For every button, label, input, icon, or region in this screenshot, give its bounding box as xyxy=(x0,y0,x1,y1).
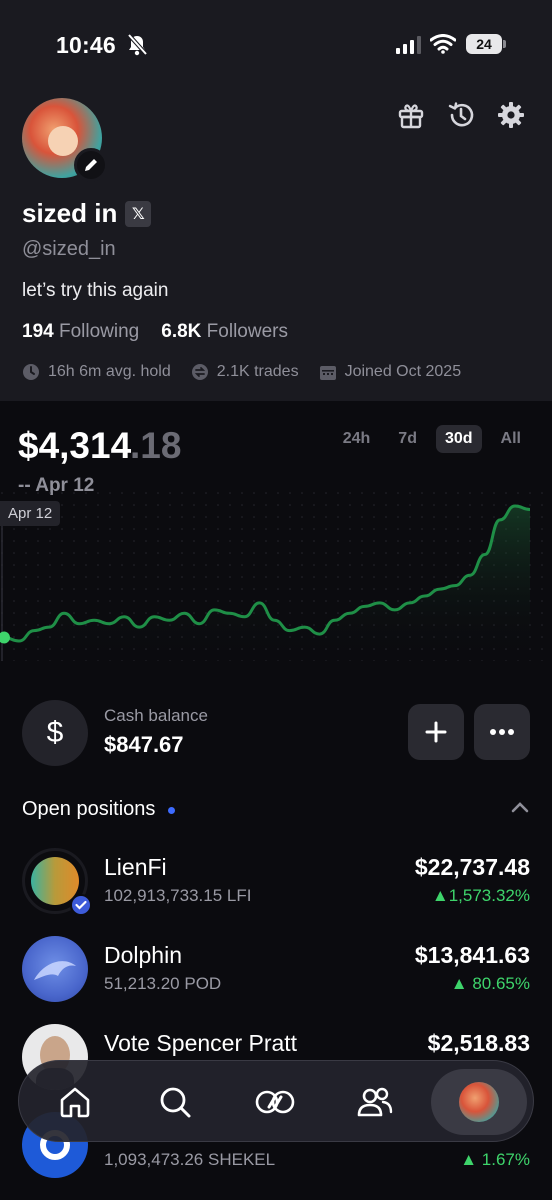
chart-date-tag: Apr 12 xyxy=(0,501,61,526)
profile-meta: 16h 6m avg. hold 2.1K trades Joined Oct … xyxy=(22,363,461,381)
cellular-signal-icon xyxy=(396,36,421,54)
position-change: ▲ 1.67% xyxy=(460,1150,530,1169)
portfolio-section: $4,314 .18 -- Apr 12 24h 7d 30d All Apr … xyxy=(0,401,552,681)
tab-trade[interactable] xyxy=(253,1080,297,1124)
cash-balance-row: $ Cash balance $847.67 xyxy=(22,698,530,766)
range-7d[interactable]: 7d xyxy=(389,425,426,453)
position-name: LienFi xyxy=(104,854,167,880)
position-value: $2,518.83 xyxy=(427,1030,530,1056)
add-cash-button[interactable] xyxy=(408,704,464,760)
chevron-up-icon[interactable] xyxy=(510,800,530,814)
pencil-icon xyxy=(85,159,97,171)
trades-text: 2.1K trades xyxy=(216,363,299,380)
position-value: $13,841.63 xyxy=(414,942,530,968)
cash-balance-value: $847.67 xyxy=(104,732,184,757)
following-label: Following xyxy=(58,321,140,342)
more-options-button[interactable] xyxy=(474,704,530,760)
open-positions-title: Open positions xyxy=(22,798,156,820)
range-all[interactable]: All xyxy=(492,425,530,453)
position-name: Dolphin xyxy=(104,942,182,968)
clock-icon xyxy=(23,364,39,380)
position-row[interactable]: Dolphin 51,213.20 POD $13,841.63 ▲ 80.65… xyxy=(22,936,530,1006)
followers-label: Followers xyxy=(206,321,288,342)
calendar-icon xyxy=(319,366,336,380)
follow-stats: 194 Following 6.8K Followers xyxy=(22,321,288,343)
following-link[interactable]: 194 Following xyxy=(22,321,139,343)
avatar[interactable] xyxy=(22,98,108,182)
verified-badge-icon xyxy=(70,894,92,916)
position-change: ▲1,573.32% xyxy=(431,886,530,905)
profile-header: sized in 𝕏 @sized_in let’s try this agai… xyxy=(0,92,552,401)
wifi-icon xyxy=(430,34,456,54)
settings-button[interactable] xyxy=(494,98,528,132)
tab-social[interactable] xyxy=(353,1080,397,1124)
status-dot xyxy=(167,807,175,815)
bottom-tab-bar xyxy=(18,1060,534,1142)
position-row[interactable]: LienFi 102,913,733.15 LFI $22,737.48 ▲1,… xyxy=(22,848,530,918)
x-link-icon[interactable]: 𝕏 xyxy=(125,200,152,227)
joined: Joined Oct 2025 xyxy=(319,363,462,381)
dolphin-token-icon xyxy=(22,936,88,1002)
status-bar: 10:46 24 xyxy=(0,0,552,92)
battery-tip xyxy=(503,40,506,48)
search-icon xyxy=(160,1087,191,1118)
muted-bell-icon xyxy=(127,33,148,56)
trades: 2.1K trades xyxy=(191,363,299,381)
gear-icon xyxy=(498,102,524,128)
username: @sized_in xyxy=(22,238,116,260)
tab-profile[interactable] xyxy=(431,1069,527,1135)
edit-avatar-button[interactable] xyxy=(74,148,108,182)
open-positions-header[interactable]: Open positions xyxy=(22,798,530,826)
profile-actions xyxy=(394,98,528,132)
tab-home[interactable] xyxy=(53,1080,97,1124)
range-30d[interactable]: 30d xyxy=(435,425,482,453)
home-icon xyxy=(60,1087,90,1118)
history-button[interactable] xyxy=(444,98,478,132)
cash-balance-label: Cash balance xyxy=(104,706,208,725)
range-selector: 24h 7d 30d All xyxy=(334,425,530,453)
position-quantity: 102,913,733.15 LFI xyxy=(104,886,252,905)
trade-icon xyxy=(255,1090,295,1114)
joined-text: Joined Oct 2025 xyxy=(344,363,462,380)
gift-button[interactable] xyxy=(394,98,428,132)
position-quantity: 1,093,473.26 SHEKEL xyxy=(104,1150,276,1169)
gift-icon xyxy=(398,104,424,129)
portfolio-value: $4,314 xyxy=(18,425,132,466)
dollar-icon: $ xyxy=(22,700,88,766)
following-count: 194 xyxy=(22,321,54,342)
display-name: sized in xyxy=(22,198,118,228)
portfolio-chart[interactable] xyxy=(0,491,552,661)
followers-link[interactable]: 6.8K Followers xyxy=(161,321,288,343)
trades-icon xyxy=(191,364,208,380)
followers-count: 6.8K xyxy=(161,321,202,342)
position-name: Vote Spencer Pratt xyxy=(104,1030,298,1056)
users-icon xyxy=(357,1087,393,1117)
name-row: sized in 𝕏 xyxy=(22,198,152,229)
range-24h[interactable]: 24h xyxy=(334,425,380,453)
plus-icon xyxy=(425,721,447,743)
avg-hold: 16h 6m avg. hold xyxy=(22,363,171,381)
clock: 10:46 xyxy=(56,32,116,58)
more-icon xyxy=(490,729,514,735)
position-value: $22,737.48 xyxy=(414,854,530,880)
avg-hold-text: 16h 6m avg. hold xyxy=(48,363,171,380)
bio: let’s try this again xyxy=(22,280,169,301)
tab-search[interactable] xyxy=(153,1080,197,1124)
battery-indicator: 24 xyxy=(466,34,502,54)
position-quantity: 51,213.20 POD xyxy=(104,974,222,993)
history-icon xyxy=(448,102,474,127)
position-change: ▲ 80.65% xyxy=(450,974,530,993)
profile-avatar-icon xyxy=(459,1082,499,1122)
portfolio-value-cents: .18 xyxy=(130,425,182,466)
